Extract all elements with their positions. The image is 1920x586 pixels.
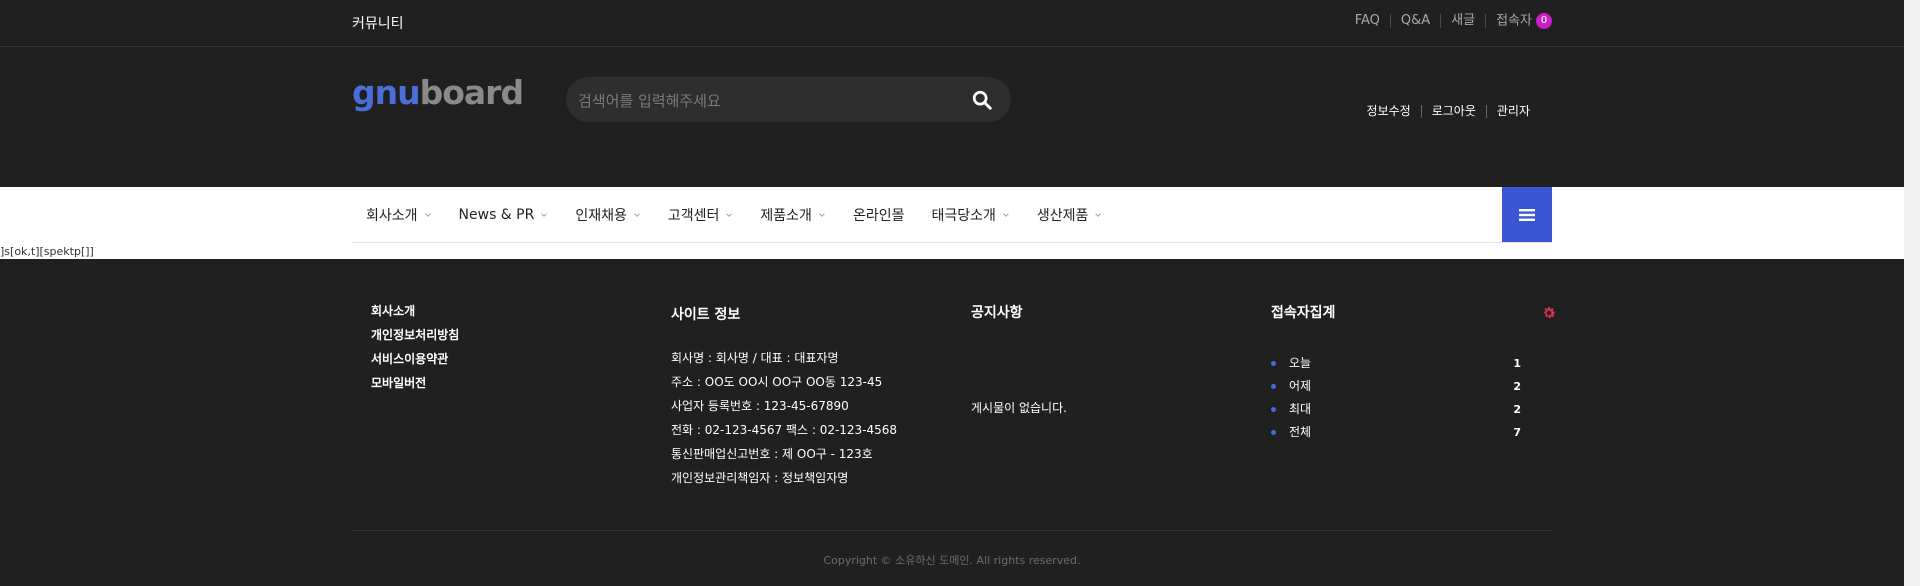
nav-item-taegeukdang[interactable]: 태극당소개	[917, 205, 1022, 225]
nav-item-label: 태극당소개	[931, 207, 996, 224]
visit-count: 2	[1513, 380, 1521, 393]
site-info-line: 회사명 : 회사명 / 대표 : 대표자명	[671, 351, 839, 365]
visit-label: 오늘	[1289, 356, 1312, 370]
community-link[interactable]: 커뮤니티	[352, 13, 404, 33]
visitor-stats-title: 접속자집계	[1271, 305, 1336, 321]
footer-links: 회사소개 개인정보처리방침 서비스이용약관 모바일버전	[371, 303, 459, 399]
hamburger-icon	[1519, 208, 1535, 221]
stray-text: ]s[ok,t][spektp[]]	[0, 245, 94, 258]
notice-section: 공지사항 게시물이 없습니다.	[971, 302, 1067, 416]
chevron-down-icon	[1095, 212, 1102, 217]
copyright-text: Copyright © 소유하신 도메인. All rights reserve…	[823, 554, 1081, 567]
footer-link-company[interactable]: 회사소개	[371, 303, 459, 319]
top-links: FAQ Q&A 새글 접속자 0	[1345, 13, 1552, 29]
user-menu: 정보수정 로그아웃 관리자	[1357, 105, 1530, 118]
nav-item-company[interactable]: 회사소개	[352, 205, 445, 225]
nav-item-label: News & PR	[458, 206, 535, 223]
footer: 회사소개 개인정보처리방침 서비스이용약관 모바일버전 사이트 정보 회사명 :…	[0, 259, 1904, 586]
list-item: 최대 2	[1271, 398, 1521, 421]
bullet-dot	[1271, 430, 1276, 435]
edit-profile-link[interactable]: 정보수정	[1357, 105, 1422, 118]
visit-label: 최대	[1289, 402, 1312, 416]
search-box	[566, 77, 1011, 124]
site-info-title: 사이트 정보	[671, 307, 741, 323]
site-info-line: 주소 : OO도 OO시 OO구 OO동 123-45	[671, 375, 883, 389]
nav-item-label: 회사소개	[366, 207, 418, 224]
visitor-stats: 접속자집계 오늘 1 어제 2 최대 2 전체 7	[1271, 302, 1557, 444]
logo-board: board	[419, 73, 524, 112]
nav-item-products[interactable]: 제품소개	[746, 205, 839, 225]
visitor-count-badge: 0	[1536, 13, 1552, 29]
search-input[interactable]	[576, 77, 960, 124]
nav-item-online-mall[interactable]: 온라인몰	[839, 205, 918, 225]
gear-icon[interactable]	[1541, 305, 1557, 321]
chevron-down-icon	[726, 212, 733, 217]
logo-gnu: gnu	[352, 73, 421, 112]
chevron-down-icon	[1003, 212, 1009, 217]
page-scrollbar[interactable]	[1904, 0, 1920, 586]
top-bar: 커뮤니티 FAQ Q&A 새글 접속자 0	[0, 0, 1904, 47]
visit-count: 7	[1513, 426, 1521, 439]
bullet-dot	[1271, 384, 1276, 389]
nav-inner: 회사소개 News & PR 인재채용 고객센터 제품소개 온라인몰 태극당소개…	[352, 187, 1552, 243]
footer-link-privacy[interactable]: 개인정보처리방침	[371, 327, 459, 343]
visitors-link[interactable]: 접속자 0	[1486, 13, 1552, 29]
footer-divider	[352, 530, 1552, 531]
admin-link[interactable]: 관리자	[1487, 105, 1530, 118]
list-item: 오늘 1	[1271, 352, 1521, 375]
visit-count: 2	[1513, 403, 1521, 416]
header-area: 커뮤니티 FAQ Q&A 새글 접속자0 gnuboard 정보수정 로그아웃 …	[0, 0, 1904, 187]
nav-item-support[interactable]: 고객센터	[654, 205, 747, 225]
visitor-stats-list: 오늘 1 어제 2 최대 2 전체 7	[1271, 352, 1521, 444]
site-info-line: 사업자 등록번호 : 123-45-67890	[671, 399, 849, 413]
nav-item-label: 제품소개	[760, 207, 812, 224]
chevron-down-icon	[541, 212, 548, 217]
nav-item-recruit[interactable]: 인재채용	[561, 205, 654, 225]
chevron-down-icon	[634, 212, 640, 217]
search-icon[interactable]	[971, 89, 993, 111]
new-posts-link[interactable]: 새글	[1441, 14, 1487, 28]
visit-label: 어제	[1289, 379, 1312, 393]
visit-label: 전체	[1289, 425, 1312, 439]
site-info: 사이트 정보 회사명 : 회사명 / 대표 : 대표자명 주소 : OO도 OO…	[671, 304, 897, 490]
footer-link-mobile[interactable]: 모바일버전	[371, 375, 459, 391]
nav-item-news[interactable]: News & PR	[445, 207, 562, 223]
nav-menu: 회사소개 News & PR 인재채용 고객센터 제품소개 온라인몰 태극당소개…	[352, 187, 1115, 242]
chevron-down-icon	[819, 212, 825, 217]
nav-item-label: 생산제품	[1036, 207, 1089, 224]
nav-item-label: 온라인몰	[852, 207, 905, 224]
main-nav: 회사소개 News & PR 인재채용 고객센터 제품소개 온라인몰 태극당소개…	[0, 187, 1904, 259]
nav-item-label: 인재채용	[575, 207, 627, 224]
footer-link-terms[interactable]: 서비스이용약관	[371, 351, 459, 367]
logout-link[interactable]: 로그아웃	[1422, 105, 1487, 118]
notice-title[interactable]: 공지사항	[971, 302, 1067, 322]
qna-link[interactable]: Q&A	[1391, 14, 1442, 28]
site-info-line: 통신판매업신고번호 : 제 OO구 - 123호	[671, 447, 873, 461]
site-info-line: 개인정보관리책임자 : 정보책임자명	[671, 471, 849, 485]
visitors-label: 접속자	[1496, 13, 1532, 29]
chevron-down-icon	[424, 212, 431, 217]
list-item: 전체 7	[1271, 421, 1521, 444]
visit-count: 1	[1513, 357, 1521, 370]
site-info-list: 회사명 : 회사명 / 대표 : 대표자명 주소 : OO도 OO시 OO구 O…	[671, 346, 897, 490]
list-item: 어제 2	[1271, 375, 1521, 398]
nav-item-label: 고객센터	[667, 207, 720, 224]
faq-link[interactable]: FAQ	[1345, 14, 1391, 28]
bullet-dot	[1271, 407, 1276, 412]
all-menu-button[interactable]	[1502, 187, 1552, 242]
nav-item-production[interactable]: 생산제품	[1023, 205, 1116, 225]
bullet-dot	[1271, 361, 1276, 366]
site-logo[interactable]: gnuboard	[352, 73, 524, 112]
site-info-line: 전화 : 02-123-4567 팩스 : 02-123-4568	[671, 423, 898, 437]
notice-empty-text: 게시물이 없습니다.	[971, 401, 1067, 415]
